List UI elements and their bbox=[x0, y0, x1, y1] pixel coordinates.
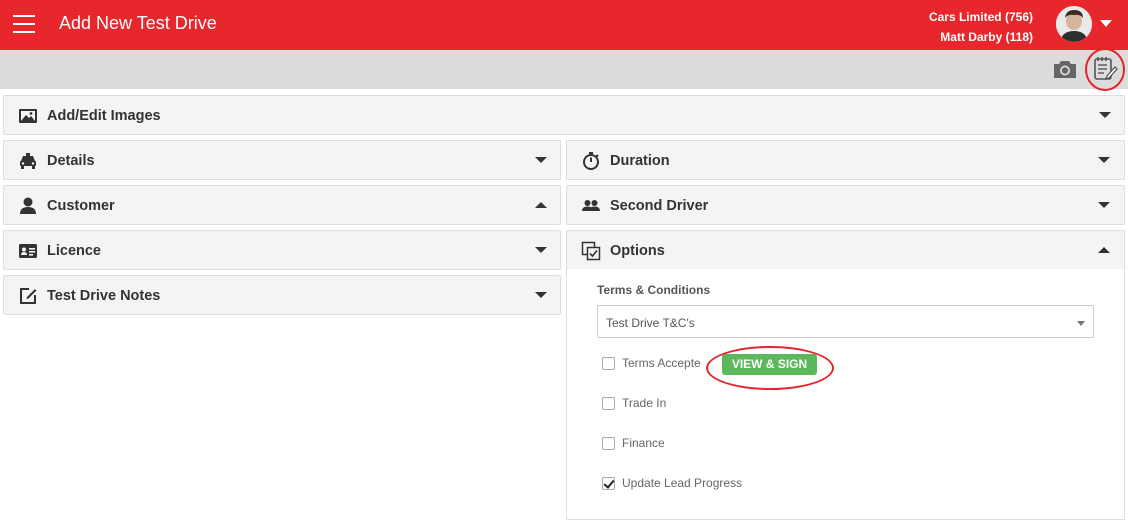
page-title: Add New Test Drive bbox=[59, 13, 217, 33]
chevron-down-icon bbox=[1077, 321, 1085, 326]
chevron-up-icon bbox=[535, 202, 547, 208]
trade-in-checkbox[interactable] bbox=[602, 397, 615, 410]
select-value: Test Drive T&C's bbox=[606, 316, 695, 330]
chevron-down-icon bbox=[1098, 157, 1110, 163]
panel-label: Add/Edit Images bbox=[47, 108, 161, 124]
company-name: Cars Limited (756) bbox=[928, 10, 1033, 24]
panel-label: Duration bbox=[610, 153, 670, 169]
checkbox-label: Trade In bbox=[622, 396, 667, 410]
update-lead-progress-checkbox[interactable] bbox=[602, 477, 615, 490]
panel-label: Customer bbox=[47, 198, 115, 214]
panel-customer[interactable]: Customer bbox=[3, 185, 561, 225]
chevron-down-icon bbox=[1099, 112, 1111, 118]
panel-details[interactable]: Details bbox=[3, 140, 561, 180]
checkbox-label: Update Lead Progress bbox=[622, 476, 743, 490]
account-info: Cars Limited (756) Matt Darby (118) bbox=[929, 7, 1033, 47]
chevron-down-icon bbox=[1098, 202, 1110, 208]
terms-conditions-select[interactable]: Test Drive T&C's bbox=[597, 305, 1094, 338]
toolbar bbox=[0, 50, 1128, 89]
chevron-down-icon[interactable] bbox=[1100, 20, 1112, 27]
users-icon bbox=[582, 200, 600, 211]
panel-second-driver[interactable]: Second Driver bbox=[566, 185, 1125, 225]
edit-note-icon bbox=[20, 288, 37, 304]
avatar[interactable] bbox=[1056, 6, 1092, 42]
panel-licence[interactable]: Licence bbox=[3, 230, 561, 270]
panel-test-drive-notes[interactable]: Test Drive Notes bbox=[3, 275, 561, 315]
panel-label: Licence bbox=[47, 243, 101, 259]
panel-label: Details bbox=[47, 153, 95, 169]
panel-label: Options bbox=[610, 243, 665, 259]
checkbox-label: Terms Accepte bbox=[622, 356, 701, 370]
panel-label: Second Driver bbox=[610, 198, 709, 214]
panel-options[interactable]: Options bbox=[566, 230, 1125, 270]
car-icon bbox=[20, 153, 36, 169]
highlight-circle bbox=[1085, 48, 1125, 91]
terms-accepted-checkbox[interactable] bbox=[602, 357, 615, 370]
checkbox-label: Finance bbox=[622, 436, 665, 450]
image-icon bbox=[19, 109, 37, 123]
chevron-up-icon bbox=[1098, 247, 1110, 253]
terms-conditions-label: Terms & Conditions bbox=[597, 283, 711, 297]
user-name: Matt Darby (118) bbox=[940, 30, 1033, 44]
finance-checkbox[interactable] bbox=[602, 437, 615, 450]
user-icon bbox=[20, 197, 36, 214]
highlight-ellipse bbox=[706, 346, 834, 390]
id-card-icon bbox=[19, 244, 37, 258]
avatar-image bbox=[1056, 6, 1092, 42]
panel-duration[interactable]: Duration bbox=[566, 140, 1125, 180]
app-header: Add New Test Drive Cars Limited (756) Ma… bbox=[0, 0, 1128, 50]
checklist-icon bbox=[581, 241, 601, 261]
stopwatch-icon bbox=[583, 152, 599, 170]
panel-add-edit-images[interactable]: Add/Edit Images bbox=[3, 95, 1125, 135]
chevron-down-icon bbox=[535, 157, 547, 163]
camera-icon[interactable] bbox=[1052, 58, 1078, 80]
chevron-down-icon bbox=[535, 292, 547, 298]
panel-label: Test Drive Notes bbox=[47, 288, 161, 304]
chevron-down-icon bbox=[535, 247, 547, 253]
menu-icon[interactable] bbox=[13, 15, 35, 33]
